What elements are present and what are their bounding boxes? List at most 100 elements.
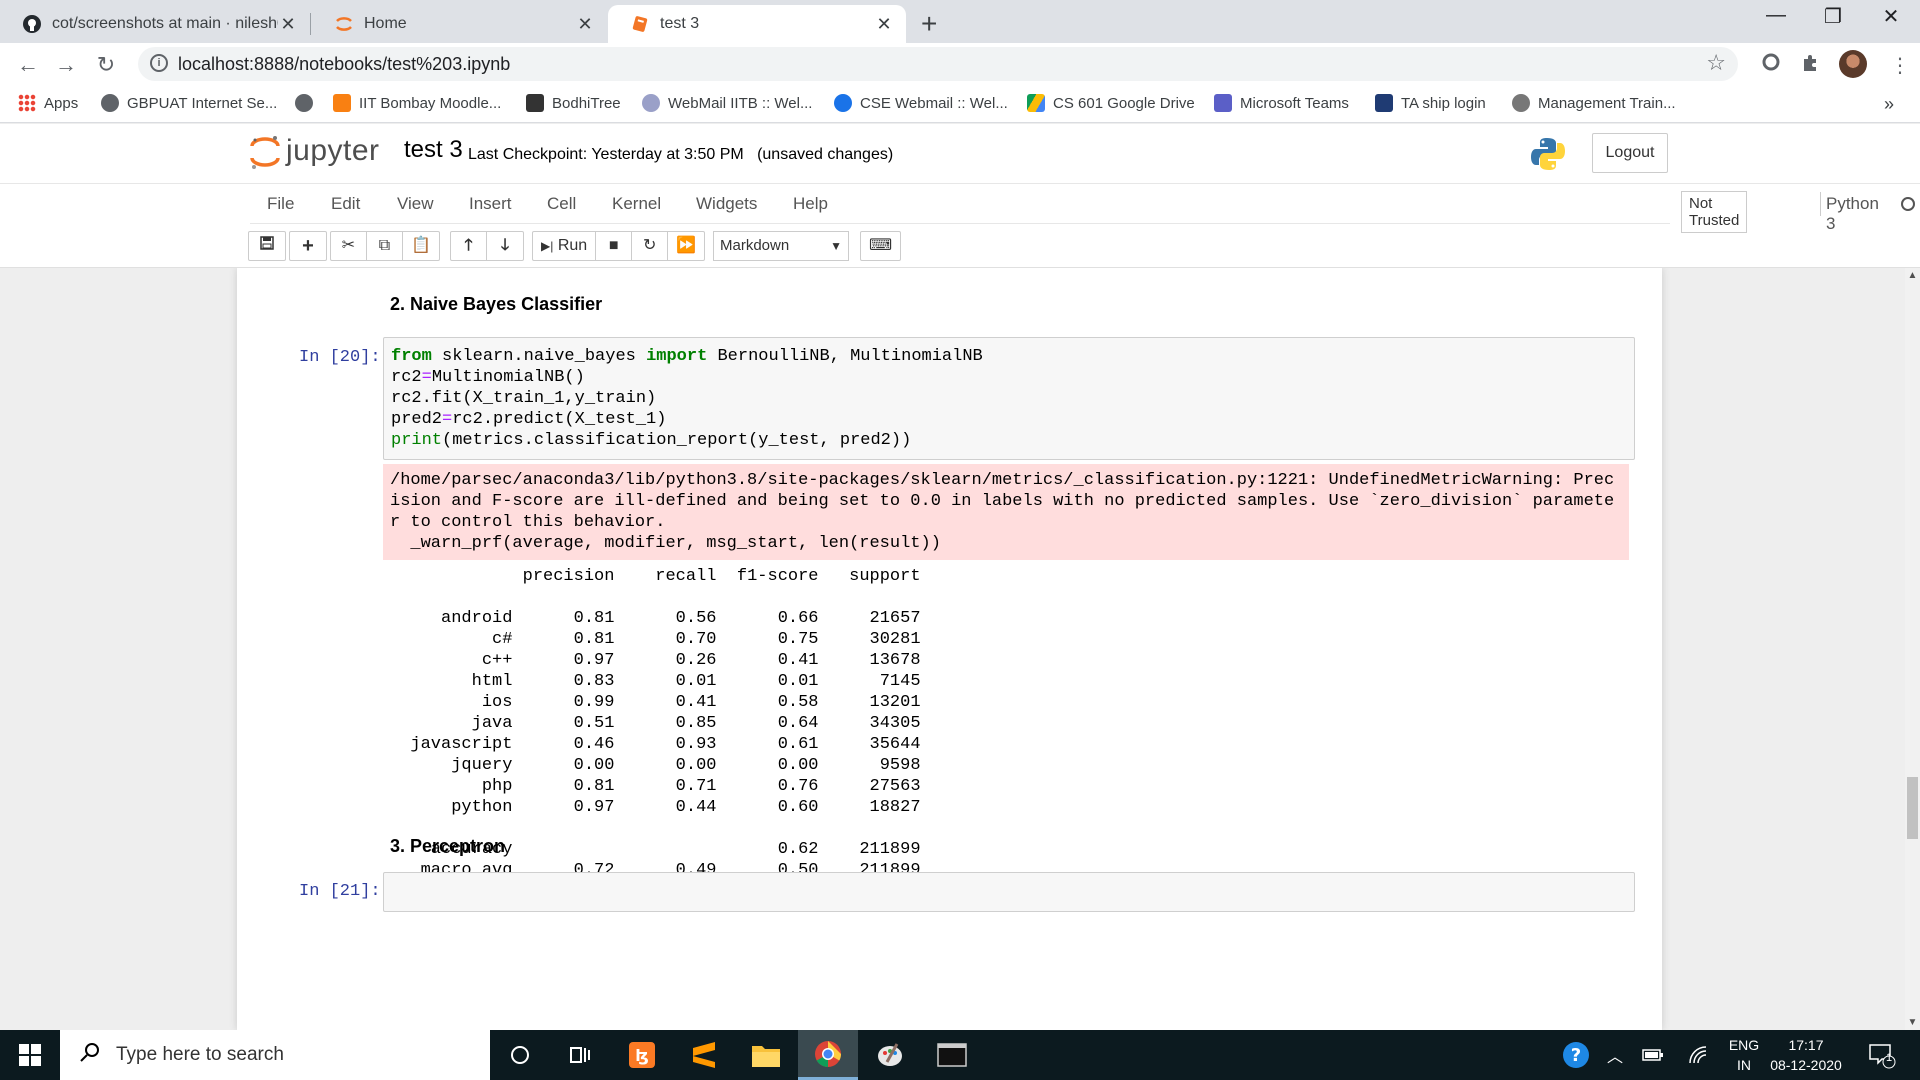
close-icon[interactable]: ✕ bbox=[278, 14, 298, 35]
trust-indicator[interactable]: Not Trusted bbox=[1681, 191, 1748, 233]
bookmark-ms-teams[interactable]: Microsoft Teams bbox=[1214, 94, 1349, 112]
tab-test3[interactable]: test 3 ✕ bbox=[608, 5, 906, 43]
report-recall: 0.71 bbox=[614, 777, 717, 796]
keyboard-icon[interactable]: ⌨ bbox=[861, 232, 900, 260]
bookmark-iitb-moodle[interactable]: IIT Bombay Moodle... bbox=[333, 94, 501, 112]
tab-github[interactable]: cot/screenshots at main · nilesh0 ✕ bbox=[0, 5, 310, 43]
save-icon[interactable] bbox=[249, 232, 285, 260]
bookmark-webmail-iitb[interactable]: WebMail IITB :: Wel... bbox=[642, 94, 812, 112]
cut-icon[interactable]: ✂ bbox=[331, 232, 367, 260]
tab-home[interactable]: Home ✕ bbox=[312, 5, 607, 43]
logout-button[interactable]: Logout bbox=[1592, 133, 1668, 173]
bookmark-ta-ship[interactable]: TA ship login bbox=[1375, 94, 1486, 112]
report-f1: 0.41 bbox=[716, 651, 819, 670]
notebook-icon bbox=[630, 14, 650, 34]
new-tab-icon[interactable]: + bbox=[921, 8, 937, 40]
windows-start-icon[interactable] bbox=[0, 1030, 60, 1080]
extensions-puzzle-icon[interactable] bbox=[1800, 53, 1820, 79]
report-precision: 0.97 bbox=[512, 798, 615, 817]
report-support: 34305 bbox=[818, 714, 921, 733]
language-indicator[interactable]: ENG IN bbox=[1724, 1030, 1764, 1080]
bookmark-apps[interactable]: Apps bbox=[18, 94, 78, 112]
menu-kebab-icon[interactable]: ⋮ bbox=[1890, 53, 1910, 78]
menu-cell[interactable]: Cell bbox=[547, 194, 576, 214]
clock[interactable]: 17:17 08-12-2020 bbox=[1766, 1030, 1846, 1080]
extension-circle-icon[interactable] bbox=[1762, 53, 1780, 77]
code-cell-input[interactable]: from sklearn.naive_bayes import Bernoull… bbox=[383, 337, 1635, 460]
insert-cell-icon[interactable]: + bbox=[290, 232, 326, 260]
wifi-icon[interactable] bbox=[1688, 1030, 1708, 1080]
markdown-heading[interactable]: 3. Perceptron bbox=[390, 836, 505, 857]
battery-icon[interactable] bbox=[1642, 1030, 1664, 1080]
bookmark-management[interactable]: Management Train... bbox=[1512, 94, 1676, 112]
menu-help[interactable]: Help bbox=[793, 194, 828, 214]
close-icon[interactable]: ✕ bbox=[874, 14, 894, 35]
paste-icon[interactable]: 📋 bbox=[403, 232, 439, 260]
report-precision: 0.99 bbox=[512, 693, 615, 712]
stop-icon[interactable]: ■ bbox=[596, 232, 633, 260]
copy-icon[interactable]: ⧉ bbox=[367, 232, 403, 260]
report-row: javascript 0.46 0.93 0.61 35644 bbox=[390, 734, 920, 755]
notebook-scroll-area[interactable]: 2. Naive Bayes Classifier In [20]: from … bbox=[0, 268, 1905, 1030]
scroll-up-icon[interactable]: ▲ bbox=[1905, 268, 1920, 283]
report-recall: 0.70 bbox=[614, 630, 717, 649]
tray-expand-icon[interactable]: ︿ bbox=[1607, 1030, 1623, 1080]
paint-icon[interactable] bbox=[860, 1030, 920, 1080]
bookmarks-overflow-icon[interactable]: » bbox=[1884, 94, 1894, 115]
taskbar-search[interactable]: Type here to search bbox=[60, 1030, 490, 1080]
bookmark-cs601-drive[interactable]: CS 601 Google Drive bbox=[1027, 94, 1195, 112]
chrome-icon[interactable] bbox=[798, 1030, 858, 1080]
menu-file[interactable]: File bbox=[267, 194, 294, 214]
scroll-down-icon[interactable]: ▼ bbox=[1905, 1015, 1920, 1030]
run-icon: ▶| bbox=[541, 239, 554, 253]
address-bar[interactable]: i localhost:8888/notebooks/test%203.ipyn… bbox=[138, 47, 1738, 81]
minimize-icon[interactable]: — bbox=[1756, 4, 1796, 27]
bookmark-star-icon[interactable]: ☆ bbox=[1706, 50, 1726, 76]
reload-icon[interactable]: ↻ bbox=[92, 51, 120, 79]
close-icon[interactable]: ✕ bbox=[575, 14, 595, 35]
back-icon[interactable]: ← bbox=[14, 51, 42, 79]
arrow-down-icon[interactable]: 🡓 bbox=[487, 232, 523, 260]
menu-edit[interactable]: Edit bbox=[331, 194, 360, 214]
terminal-icon[interactable] bbox=[922, 1030, 982, 1080]
cortana-icon[interactable] bbox=[490, 1030, 550, 1080]
menu-insert[interactable]: Insert bbox=[469, 194, 512, 214]
file-explorer-icon[interactable] bbox=[736, 1030, 796, 1080]
xampp-icon[interactable]: ɮ bbox=[612, 1030, 672, 1080]
sublime-text-icon[interactable] bbox=[674, 1030, 734, 1080]
url-text[interactable]: localhost:8888/notebooks/test%203.ipynb bbox=[178, 54, 510, 75]
bookmark-cse-webmail[interactable]: CSE Webmail :: Wel... bbox=[834, 94, 1008, 112]
profile-avatar[interactable] bbox=[1839, 50, 1867, 78]
jupyter-logo[interactable]: jupyter bbox=[250, 134, 380, 169]
markdown-heading[interactable]: 2. Naive Bayes Classifier bbox=[390, 294, 602, 315]
browser-toolbar: ← → ↻ i localhost:8888/notebooks/test%20… bbox=[0, 43, 1920, 86]
help-icon[interactable]: ? bbox=[1562, 1030, 1590, 1080]
task-view-icon[interactable] bbox=[550, 1030, 610, 1080]
report-recall bbox=[614, 840, 716, 859]
menu-kernel[interactable]: Kernel bbox=[612, 194, 661, 214]
run-button[interactable]: ▶| Run bbox=[533, 232, 597, 260]
forward-icon[interactable]: → bbox=[52, 51, 80, 79]
site-info-icon[interactable]: i bbox=[150, 54, 168, 72]
restart-icon[interactable]: ↻ bbox=[632, 232, 669, 260]
bookmark-bodhitree[interactable]: BodhiTree bbox=[526, 94, 621, 112]
report-support: 27563 bbox=[818, 777, 921, 796]
bookmark-globe[interactable] bbox=[295, 94, 321, 112]
restore-icon[interactable]: ❐ bbox=[1813, 4, 1853, 29]
notification-center-icon[interactable]: 1 bbox=[1866, 1030, 1896, 1080]
arrow-up-icon[interactable]: 🡑 bbox=[451, 232, 487, 260]
menu-view[interactable]: View bbox=[397, 194, 434, 214]
report-col-header: f1-score bbox=[716, 567, 819, 586]
bookmark-gbpuat[interactable]: GBPUAT Internet Se... bbox=[101, 94, 277, 112]
report-f1: 0.01 bbox=[716, 672, 819, 691]
scrollbar-thumb[interactable] bbox=[1907, 777, 1918, 839]
cell-type-select[interactable]: Markdown ▼ bbox=[713, 231, 849, 261]
kernel-name[interactable]: Python 3 bbox=[1826, 194, 1879, 234]
code-cell-input[interactable] bbox=[383, 872, 1635, 912]
notebook-name[interactable]: test 3 bbox=[404, 136, 463, 164]
window-close-icon[interactable]: ✕ bbox=[1871, 4, 1911, 29]
page-scrollbar[interactable]: ▲ ▼ bbox=[1905, 268, 1920, 1030]
jupyter-icon bbox=[334, 14, 354, 34]
restart-run-all-icon[interactable]: ⏩ bbox=[668, 232, 704, 260]
menu-widgets[interactable]: Widgets bbox=[696, 194, 757, 214]
